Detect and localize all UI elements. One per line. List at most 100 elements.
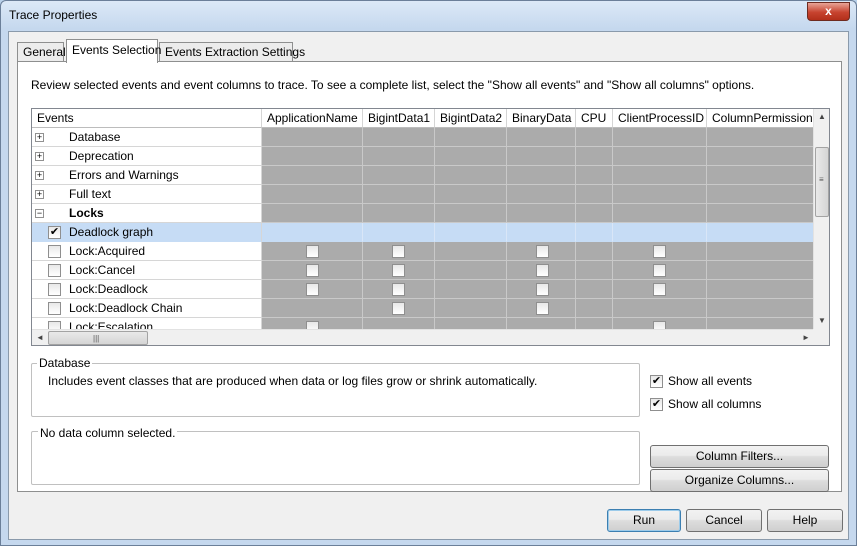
scroll-right-icon[interactable]: ► — [802, 333, 810, 342]
column-cell[interactable] — [435, 280, 507, 299]
event-category-row[interactable]: + Database — [32, 128, 815, 147]
event-name-cell[interactable]: Lock:Acquired — [32, 242, 262, 261]
event-row[interactable]: Lock:Deadlock — [32, 280, 815, 299]
column-checkbox[interactable] — [536, 283, 549, 296]
column-header[interactable]: BigintData2 — [435, 109, 507, 128]
event-name-cell[interactable]: Lock:Deadlock — [32, 280, 262, 299]
event-name-cell[interactable]: Lock:Deadlock Chain — [32, 299, 262, 318]
expand-icon[interactable]: + — [35, 190, 44, 199]
column-checkbox[interactable] — [392, 283, 405, 296]
event-checkbox[interactable] — [48, 264, 61, 277]
event-name-cell[interactable]: + Deprecation — [32, 147, 262, 166]
column-cell[interactable] — [507, 299, 576, 318]
event-row[interactable]: Lock:Acquired — [32, 242, 815, 261]
column-checkbox[interactable] — [536, 302, 549, 315]
column-checkbox[interactable] — [392, 302, 405, 315]
column-checkbox[interactable] — [306, 264, 319, 277]
collapse-icon[interactable]: − — [35, 209, 44, 218]
column-cell[interactable] — [576, 299, 613, 318]
event-category-row[interactable]: − Locks — [32, 204, 815, 223]
column-filters-button[interactable]: Column Filters... — [650, 445, 829, 468]
column-header[interactable]: BigintData1 — [363, 109, 435, 128]
column-checkbox[interactable] — [653, 264, 666, 277]
column-checkbox[interactable] — [536, 264, 549, 277]
column-checkbox[interactable] — [653, 283, 666, 296]
close-button[interactable]: x — [807, 2, 850, 21]
scroll-up-icon[interactable]: ▲ — [818, 112, 826, 121]
column-cell[interactable] — [613, 242, 707, 261]
tab-events-extraction-settings[interactable]: Events Extraction Settings — [159, 42, 305, 62]
event-name-cell[interactable]: − Locks — [32, 204, 262, 223]
column-checkbox[interactable] — [653, 245, 666, 258]
event-name-cell[interactable]: + Full text — [32, 185, 262, 204]
column-cell[interactable] — [363, 242, 435, 261]
column-cell[interactable] — [363, 261, 435, 280]
column-checkbox[interactable] — [392, 245, 405, 258]
column-cell[interactable] — [613, 299, 707, 318]
tab-general[interactable]: General — [17, 42, 66, 62]
event-name-cell[interactable]: Lock:Cancel — [32, 261, 262, 280]
column-cell[interactable] — [576, 242, 613, 261]
column-cell[interactable] — [707, 280, 815, 299]
event-checkbox[interactable] — [48, 283, 61, 296]
event-category-row[interactable]: + Deprecation — [32, 147, 815, 166]
column-checkbox[interactable] — [536, 245, 549, 258]
scroll-down-icon[interactable]: ▼ — [818, 316, 826, 325]
column-header[interactable]: BinaryData — [507, 109, 576, 128]
tab-events-selection[interactable]: Events Selection — [66, 39, 161, 63]
column-cell[interactable] — [576, 261, 613, 280]
event-name-cell[interactable]: + Errors and Warnings — [32, 166, 262, 185]
event-category-row[interactable]: + Full text — [32, 185, 815, 204]
show-all-columns-checkbox[interactable]: ✔ — [650, 398, 663, 411]
event-name-cell[interactable]: + Database — [32, 128, 262, 147]
event-row[interactable]: Lock:Deadlock Chain — [32, 299, 815, 318]
column-cell[interactable] — [707, 223, 815, 242]
column-cell[interactable] — [507, 261, 576, 280]
column-cell[interactable] — [707, 299, 815, 318]
organize-columns-button[interactable]: Organize Columns... — [650, 469, 829, 492]
column-header[interactable]: ColumnPermissions — [707, 109, 815, 128]
column-header[interactable]: ApplicationName — [262, 109, 363, 128]
show-all-events-checkbox[interactable]: ✔ — [650, 375, 663, 388]
cancel-button[interactable]: Cancel — [686, 509, 762, 532]
expand-icon[interactable]: + — [35, 133, 44, 142]
column-cell[interactable] — [435, 299, 507, 318]
events-grid[interactable]: Events ApplicationName BigintData1 BigintDa… — [31, 108, 830, 346]
column-cell[interactable] — [262, 280, 363, 299]
column-cell[interactable] — [707, 242, 815, 261]
column-cell[interactable] — [507, 223, 576, 242]
event-checkbox[interactable] — [48, 302, 61, 315]
column-checkbox[interactable] — [306, 245, 319, 258]
column-cell[interactable] — [507, 280, 576, 299]
vertical-scroll-thumb[interactable]: ≡ — [815, 147, 829, 217]
column-cell[interactable] — [507, 242, 576, 261]
expand-icon[interactable]: + — [35, 152, 44, 161]
horizontal-scroll-thumb[interactable]: ||| — [48, 331, 148, 345]
column-header[interactable]: Events — [32, 109, 262, 128]
column-cell[interactable] — [435, 261, 507, 280]
column-cell[interactable] — [262, 242, 363, 261]
show-all-events-label[interactable]: Show all events — [668, 374, 752, 388]
column-cell[interactable] — [262, 299, 363, 318]
event-checkbox[interactable] — [48, 245, 61, 258]
scroll-left-icon[interactable]: ◄ — [36, 333, 44, 342]
event-category-row[interactable]: + Errors and Warnings — [32, 166, 815, 185]
column-cell[interactable] — [435, 242, 507, 261]
event-checkbox[interactable]: ✔ — [48, 226, 61, 239]
event-name-cell[interactable]: ✔ Deadlock graph — [32, 223, 262, 242]
column-checkbox[interactable] — [306, 283, 319, 296]
column-cell[interactable] — [262, 223, 363, 242]
column-cell[interactable] — [613, 280, 707, 299]
column-checkbox[interactable] — [392, 264, 405, 277]
column-header[interactable]: CPU — [576, 109, 613, 128]
event-row[interactable]: ✔ Deadlock graph — [32, 223, 815, 242]
column-cell[interactable] — [262, 261, 363, 280]
help-button[interactable]: Help — [767, 509, 843, 532]
run-button[interactable]: Run — [607, 509, 681, 532]
column-cell[interactable] — [707, 261, 815, 280]
column-header[interactable]: ClientProcessID — [613, 109, 707, 128]
column-cell[interactable] — [613, 223, 707, 242]
event-row[interactable]: Lock:Cancel — [32, 261, 815, 280]
column-cell[interactable] — [363, 280, 435, 299]
column-cell[interactable] — [576, 280, 613, 299]
